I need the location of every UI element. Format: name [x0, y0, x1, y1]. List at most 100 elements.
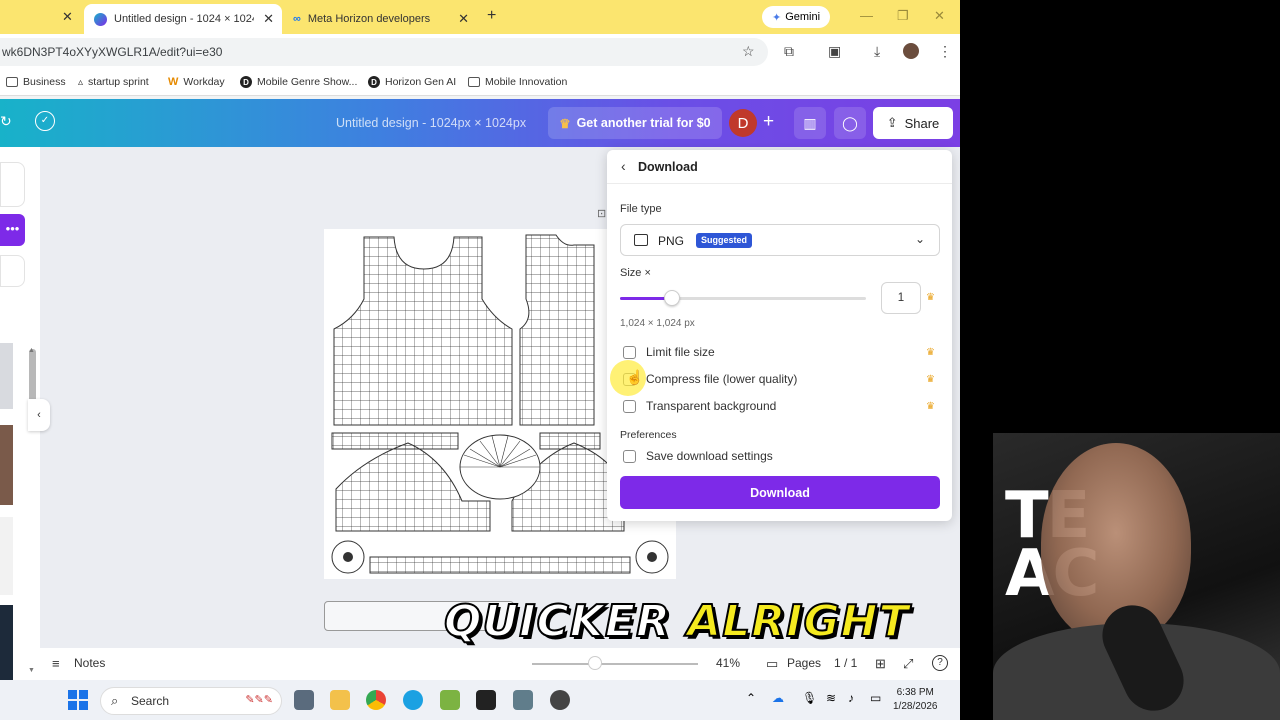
system-clock[interactable]: 6:38 PM 1/28/2026 [893, 686, 938, 714]
bookmark-star-icon[interactable]: ☆ [742, 43, 755, 60]
tray-chevron-icon[interactable]: ⌃ [746, 691, 756, 705]
size-slider[interactable] [620, 290, 866, 306]
profile-avatar[interactable] [903, 43, 919, 59]
folder-icon [6, 77, 18, 87]
grid-view-icon[interactable]: ⊞ [875, 656, 886, 672]
collapse-panel-button[interactable]: ‹ [28, 399, 50, 431]
help-icon[interactable]: ? [932, 655, 948, 671]
close-tab-icon[interactable]: ✕ [458, 11, 469, 27]
checkbox[interactable] [623, 399, 636, 413]
download-button[interactable]: Download [620, 476, 940, 509]
pages-label[interactable]: Pages [787, 656, 821, 670]
fullscreen-icon[interactable]: ⤢ [903, 656, 913, 672]
cloud-icon[interactable]: ☁ [772, 691, 784, 705]
bookmark-label: Mobile Genre Show... [257, 76, 358, 88]
file-type-select[interactable]: PNG Suggested ⌄ [620, 224, 940, 256]
save-settings-option[interactable]: Save download settings [623, 449, 773, 463]
thumbnail[interactable] [0, 343, 13, 409]
tab-meta-horizon[interactable]: ∞ Meta Horizon developers ✕ [283, 4, 477, 34]
d-logo-icon: D [368, 76, 380, 88]
chevron-down-icon: ⌄ [914, 232, 925, 246]
more-options-button[interactable]: ••• [0, 214, 25, 246]
bookmark-horizon-gen-ai[interactable]: D Horizon Gen AI [368, 76, 456, 88]
upload-icon: ⇪ [886, 115, 898, 130]
clock-time: 6:38 PM [896, 687, 934, 698]
gemini-button[interactable]: ✦ Gemini [762, 6, 831, 28]
bookmark-mobile-genre[interactable]: D Mobile Genre Show... [240, 76, 357, 88]
taskbar-search[interactable]: ⌕ Search ✎✎✎ [100, 687, 282, 715]
document-title[interactable]: Untitled design - 1024px × 1024px [336, 116, 526, 130]
notes-label[interactable]: Notes [74, 656, 105, 670]
file-type-label: File type [620, 203, 662, 215]
file-explorer-icon[interactable] [330, 690, 350, 710]
redo-icon[interactable]: ↻ [0, 113, 12, 130]
bookmarks-bar: Business ▵ startup sprint W Workday D Mobil… [0, 70, 960, 96]
checkbox[interactable] [623, 449, 636, 463]
close-tab-icon[interactable]: ✕ [263, 11, 274, 27]
menu-dots-icon[interactable]: ⋮ [938, 43, 952, 60]
bookmark-startup-sprint[interactable]: ▵ startup sprint [78, 76, 149, 88]
notes-icon[interactable]: ≡ [52, 656, 60, 671]
add-collaborator-icon[interactable]: + [763, 111, 774, 133]
edge-icon[interactable] [403, 690, 423, 710]
battery-icon[interactable]: ▭ [870, 691, 881, 705]
bookmark-workday[interactable]: W Workday [168, 76, 225, 88]
user-avatar[interactable]: D [729, 109, 757, 137]
windows-start-icon[interactable] [68, 690, 88, 710]
crown-icon: ♛ [559, 116, 571, 131]
option-label: Limit file size [646, 345, 715, 359]
back-chevron-icon[interactable]: ‹ [621, 158, 626, 174]
comments-button[interactable]: ◯ [834, 107, 866, 139]
volume-icon[interactable]: ♪ [848, 691, 854, 705]
camera-icon[interactable] [513, 690, 533, 710]
task-view-icon[interactable] [294, 690, 314, 710]
new-tab-icon[interactable]: + [487, 7, 496, 25]
pro-crown-icon: ♛ [926, 374, 935, 385]
wifi-icon[interactable]: ≋ [826, 691, 836, 705]
window-close-icon[interactable]: ✕ [934, 8, 945, 24]
panel-card[interactable] [0, 162, 25, 207]
video-caption: QUICKER ALRIGHT [443, 595, 910, 648]
checkbox[interactable] [623, 345, 636, 359]
size-slider-handle[interactable] [663, 290, 680, 306]
lock-icon[interactable]: ⊡ [597, 207, 606, 220]
cloud-saved-icon[interactable]: ✓ [35, 111, 55, 131]
zoom-slider-handle[interactable] [588, 656, 602, 670]
canva-favicon-icon [94, 12, 107, 26]
size-label: Size × [620, 267, 651, 279]
compress-file-option[interactable]: Compress file (lower quality) [623, 372, 797, 386]
zoom-slider[interactable] [532, 663, 698, 665]
thumbnail[interactable] [0, 605, 13, 680]
close-icon[interactable]: ✕ [62, 9, 73, 25]
scroll-down-icon[interactable]: ▼ [28, 667, 35, 674]
app-icon[interactable] [440, 690, 460, 710]
canva-header: ↻ ✓ Untitled design - 1024px × 1024px ♛ … [0, 99, 960, 147]
size-input[interactable]: 1 [881, 282, 921, 314]
zoom-level[interactable]: 41% [716, 656, 740, 670]
extensions-icon[interactable]: ⧉ [784, 43, 794, 60]
more-dots-icon: ••• [5, 221, 20, 236]
maximize-icon[interactable]: ❐ [897, 8, 909, 24]
download-icon[interactable]: ⤓ [874, 43, 880, 60]
transparent-background-option[interactable]: Transparent background [623, 399, 776, 413]
tab-untitled-design[interactable]: Untitled design - 1024 × 1024p ✕ [84, 4, 282, 34]
capcut-icon[interactable] [476, 690, 496, 710]
minimize-icon[interactable]: — [860, 8, 873, 23]
bookmark-mobile-innovation[interactable]: Mobile Innovation [468, 76, 567, 88]
limit-file-size-option[interactable]: Limit file size [623, 345, 715, 359]
thumbnail[interactable] [0, 425, 13, 505]
mic-icon[interactable]: 🎙 [802, 691, 817, 705]
share-button[interactable]: ⇪ Share [873, 107, 953, 139]
get-trial-button[interactable]: ♛ Get another trial for $0 [548, 107, 722, 139]
scroll-up-icon[interactable]: ▲ [28, 347, 35, 354]
caption-word: ALRIGHT [686, 595, 910, 648]
thumbnail[interactable] [0, 517, 13, 595]
analytics-button[interactable]: ▥ [794, 107, 826, 139]
pro-crown-icon: ♛ [926, 347, 935, 358]
chrome-icon[interactable] [366, 690, 386, 710]
reading-mode-icon[interactable]: ▣ [828, 43, 841, 60]
obs-icon[interactable] [550, 690, 570, 710]
address-bar[interactable]: wk6DN3PT4oXYyXWGLR1A/edit?ui=e30 [0, 38, 768, 66]
bookmark-business[interactable]: Business [6, 76, 66, 88]
panel-card[interactable] [0, 255, 25, 287]
